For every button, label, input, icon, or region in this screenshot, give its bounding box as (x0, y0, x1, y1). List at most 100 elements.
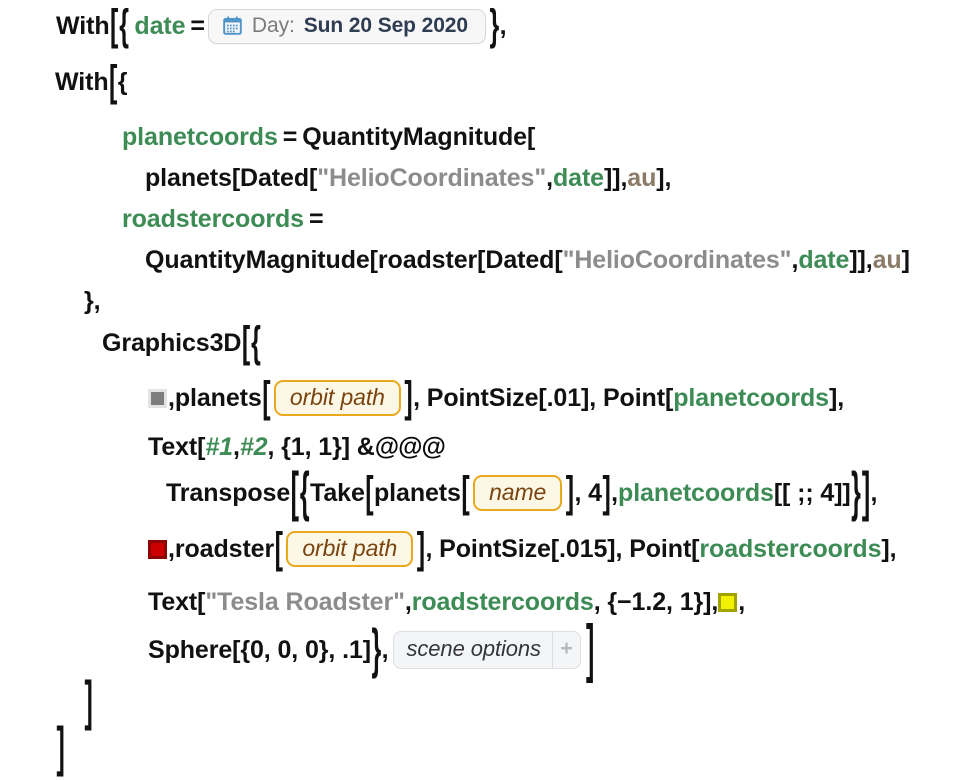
string-tesla-roadster: "Tesla Roadster" (205, 587, 405, 616)
comma: , (738, 587, 746, 616)
close-bracket-comma: ], (828, 383, 845, 412)
open-bracket: [ (526, 122, 536, 151)
function-planets: planets (174, 383, 262, 412)
code-line-4: planets[Dated["HelioCoordinates", date]]… (0, 159, 960, 197)
open-bracket: [ (262, 372, 271, 422)
close-brace: } (84, 286, 94, 315)
pointsize-point-call: , PointSize[.015], Point[ (425, 534, 700, 563)
with-keyword: With (55, 67, 109, 96)
code-line-5: roadstercoords = (0, 200, 960, 238)
function-transpose: Transpose (166, 478, 291, 507)
comma: , (93, 286, 101, 315)
scene-options-placeholder[interactable]: scene options + (392, 631, 581, 669)
close-brace: } (851, 461, 861, 523)
close-bracket: ] (404, 372, 413, 422)
open-bracket: [ (109, 56, 118, 106)
comma: , (168, 383, 175, 412)
take-count: , 4 (574, 478, 602, 507)
entity-orbit-path[interactable]: orbit path (286, 531, 414, 567)
text-arguments: , {1, 1}] & (267, 432, 375, 461)
open-brace: { (117, 67, 128, 96)
symbol-planetcoords: planetcoords (618, 478, 774, 507)
function-text: Text[ (148, 587, 206, 616)
close-bracket: ] (861, 461, 871, 523)
close-brace: } (371, 618, 382, 680)
code-line-9: , planets[orbit path], PointSize[.01], P… (0, 373, 960, 422)
unit-au: au (627, 163, 657, 192)
date-picker-widget[interactable]: Day: Sun 20 Sep 2020 (207, 8, 486, 44)
function-graphics3d: Graphics3D (102, 328, 242, 357)
code-line-3: planetcoords = QuantityMagnitude[ (0, 118, 960, 156)
open-bracket: [ (461, 467, 470, 517)
string-heliocoordinates: "HelioCoordinates" (562, 245, 792, 274)
symbol-roadstercoords: roadstercoords (411, 587, 594, 616)
function-take: Take (310, 478, 365, 507)
close-bracket: ] (56, 716, 65, 778)
quantitymagnitude-roadster-call: QuantityMagnitude[roadster[Dated[ (145, 245, 563, 274)
close-brackets: ]], (849, 245, 873, 274)
part-span: [[ ;; 4]] (773, 478, 851, 507)
symbol-roadstercoords: roadstercoords (699, 534, 882, 563)
function-sphere: Sphere[{0, 0, 0}, .1] (148, 635, 371, 664)
open-brace: { (299, 461, 310, 523)
code-line-7: }, (0, 283, 960, 319)
open-brace: { (251, 317, 261, 367)
date-picker-value[interactable]: Sun 20 Sep 2020 (304, 14, 468, 38)
function-quantitymagnitude: QuantityMagnitude (302, 122, 527, 151)
close-bracket: ] (416, 523, 425, 573)
yellow-color-swatch[interactable] (718, 592, 738, 612)
comma: , (611, 478, 619, 507)
code-line-11: Transpose[{Take[planets[name], 4], plane… (0, 461, 960, 523)
comma: , (791, 245, 799, 274)
planets-dated-call: planets[Dated[ (145, 163, 318, 192)
apply-level-operator: @@@ (374, 432, 446, 461)
code-line-1: With[{date = Day: Sun 20 Sep 2020} , (0, 0, 960, 50)
add-option-button[interactable]: + (551, 632, 580, 668)
unit-au: au (872, 245, 902, 274)
string-heliocoordinates: "HelioCoordinates" (317, 163, 547, 192)
entity-orbit-path[interactable]: orbit path (273, 380, 401, 416)
comma: , (168, 534, 175, 563)
comma: , (870, 478, 878, 507)
close-bracket: ] (565, 467, 574, 517)
open-bracket: [ (365, 467, 374, 517)
comma: , (404, 587, 412, 616)
open-bracket: [ (241, 317, 251, 367)
scene-options-label: scene options (406, 636, 542, 662)
slot-2: #2 (239, 432, 268, 461)
open-bracket: [ (110, 0, 119, 50)
code-line-10: Text[#1, #2, {1, 1}] & @@@ (0, 428, 960, 466)
symbol-planetcoords: planetcoords (122, 122, 278, 151)
symbol-roadstercoords: roadstercoords (122, 204, 304, 233)
comma: , (232, 432, 240, 461)
with-keyword: With (56, 11, 110, 40)
code-line-16: ] (0, 716, 960, 778)
slot-1: #1 (205, 432, 233, 461)
pointsize-point-call: , PointSize[.01], Point[ (413, 383, 674, 412)
close-brackets: ]], (604, 163, 628, 192)
close-bracket-comma: ], (656, 163, 672, 192)
function-planets: planets (374, 478, 461, 507)
code-line-15: ] (0, 670, 960, 732)
symbol-date: date (134, 11, 186, 40)
code-line-14: Sphere[{0, 0, 0}, .1]}, scene options +] (0, 613, 960, 684)
text-offset-arguments: , {−1.2, 1}], (593, 587, 719, 616)
red-color-swatch[interactable] (148, 539, 167, 559)
close-bracket: ] (901, 245, 910, 274)
code-line-8: Graphics3D[{ (0, 318, 960, 367)
function-roadster: roadster (174, 534, 275, 563)
function-text: Text[ (148, 432, 206, 461)
symbol-date: date (798, 245, 850, 274)
code-line-13: Text["Tesla Roadster", roadstercoords, {… (0, 583, 960, 621)
close-bracket: ] (602, 467, 611, 517)
entity-name[interactable]: name (473, 475, 563, 511)
gray-color-swatch[interactable] (148, 388, 167, 408)
code-line-2: With[{ (0, 57, 960, 106)
wolfram-input-cell[interactable]: With[{date = Day: Sun 20 Sep 2020} , Wi… (0, 0, 960, 778)
symbol-date: date (552, 163, 604, 192)
close-bracket: ] (84, 670, 93, 732)
code-line-6: QuantityMagnitude[roadster[Dated["HelioC… (0, 241, 960, 279)
equals-sign: = (309, 204, 324, 233)
open-bracket: [ (274, 523, 283, 573)
open-brace: { (119, 0, 129, 50)
